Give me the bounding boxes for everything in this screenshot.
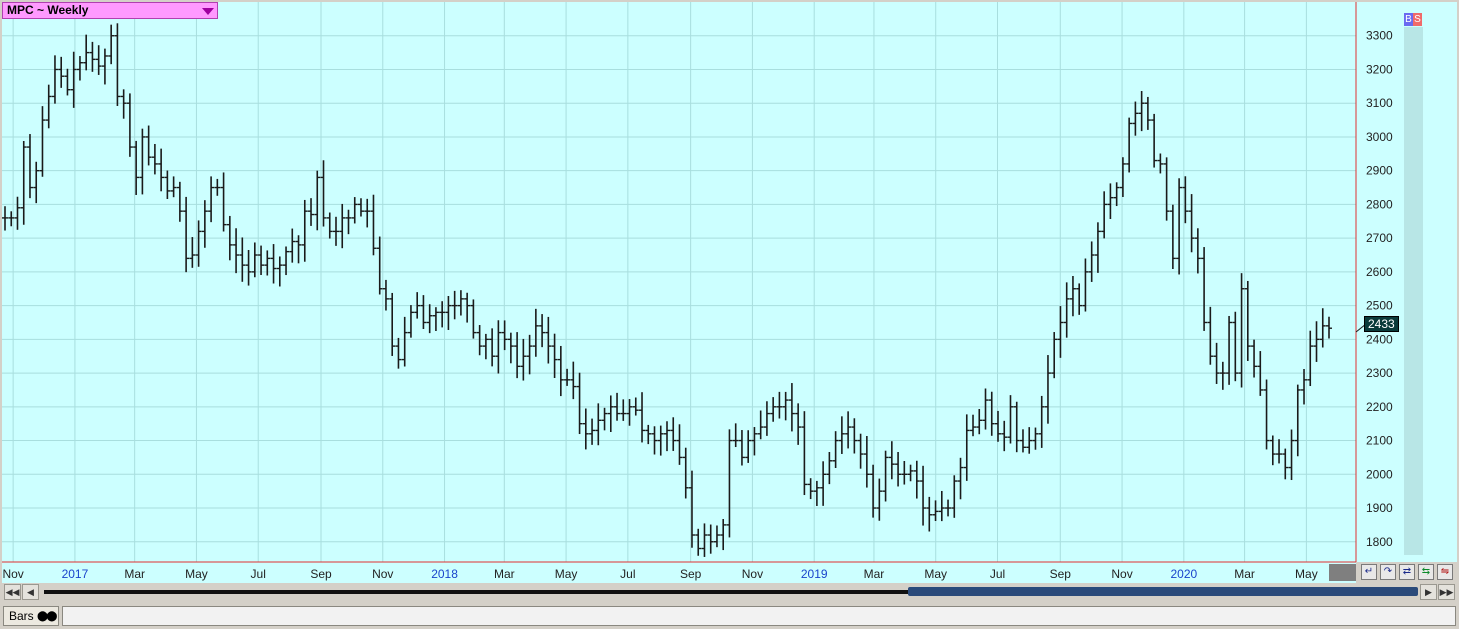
chart-type-tab[interactable]: Bars ⬤⬤ [3, 606, 59, 626]
zoom-in-icon[interactable]: ⇄ [1399, 564, 1415, 580]
y-tick-label: 2300 [1366, 366, 1393, 380]
last-price-tag: 2433 [1364, 316, 1399, 332]
x-tick-label: Nov [742, 567, 763, 581]
x-tick-label: 2020 [1170, 567, 1197, 581]
y-tick-label: 2000 [1366, 467, 1393, 481]
binoculars-icon: ⬤⬤ [37, 611, 57, 622]
last-price-marker: 2433 [1364, 316, 1424, 332]
x-tick-label: 2018 [431, 567, 458, 581]
x-tick-label: May [185, 567, 208, 581]
status-bar: Bars ⬤⬤ [0, 604, 1459, 629]
x-tick-label: Nov [372, 567, 393, 581]
y-tick-label: 1800 [1366, 535, 1393, 549]
x-tick-label: May [924, 567, 947, 581]
scroll-forward-icon[interactable]: ↷ [1380, 564, 1396, 580]
x-tick-label: 2019 [801, 567, 828, 581]
scroll-right-icon[interactable]: ▶ [1420, 584, 1437, 600]
x-tick-label: May [1295, 567, 1318, 581]
x-tick-label: Mar [124, 567, 145, 581]
x-tick-label: Mar [1234, 567, 1255, 581]
buy-badge[interactable]: B [1404, 13, 1413, 26]
status-field [62, 606, 1456, 626]
scroll-end-icon[interactable]: ▶▶ [1438, 584, 1455, 600]
scroll-left-icon[interactable]: ◀ [22, 584, 39, 600]
x-tick-label: 2017 [62, 567, 89, 581]
scroll-thumb[interactable] [908, 587, 1418, 596]
plot-area[interactable] [2, 2, 1356, 562]
x-tick-label: May [555, 567, 578, 581]
y-tick-label: 3000 [1366, 130, 1393, 144]
y-tick-label: 2200 [1366, 400, 1393, 414]
y-tick-label: 2700 [1366, 231, 1393, 245]
x-tick-label: Nov [2, 567, 23, 581]
y-tick-label: 2800 [1366, 197, 1393, 211]
symbol-selector[interactable]: MPC ~ Weekly [2, 2, 218, 19]
y-tick-label: 2600 [1366, 265, 1393, 279]
x-tick-label: Sep [1050, 567, 1072, 581]
scroll-start-icon[interactable]: ◀◀ [4, 584, 21, 600]
x-tick-label: Nov [1111, 567, 1132, 581]
collapse-icon[interactable]: ⇋ [1437, 564, 1453, 580]
x-tick-label: Jul [990, 567, 1005, 581]
x-tick-label: Jul [620, 567, 635, 581]
x-tick-label: Mar [494, 567, 515, 581]
chart-type-label: Bars [9, 609, 34, 623]
time-cursor-block [1329, 564, 1356, 581]
y-tick-label: 3100 [1366, 96, 1393, 110]
y-tick-label: 2400 [1366, 332, 1393, 346]
scroll-back-icon[interactable]: ↵ [1361, 564, 1377, 580]
x-tick-label: Sep [310, 567, 332, 581]
y-tick-label: 3300 [1366, 29, 1393, 43]
y-tick-label: 1900 [1366, 501, 1393, 515]
chevron-down-icon[interactable] [202, 8, 214, 15]
price-chart: 1800 1900 2000 2100 2200 2300 2400 2500 2600 2700… [0, 0, 1459, 583]
x-tick-label: Sep [680, 567, 702, 581]
x-tick-label: Mar [864, 567, 885, 581]
symbol-label: MPC ~ Weekly [7, 3, 89, 17]
scrollbar-row: ◀◀ ◀ ▶ ▶▶ [0, 583, 1459, 601]
zoom-out-icon[interactable]: ⇆ [1418, 564, 1434, 580]
sell-badge[interactable]: S [1413, 13, 1422, 26]
y-tick-label: 2900 [1366, 164, 1393, 178]
y-tick-label: 2500 [1366, 299, 1393, 313]
x-tick-label: Jul [251, 567, 266, 581]
side-scale-strip [1404, 27, 1423, 555]
y-tick-label: 2100 [1366, 434, 1393, 448]
y-tick-label: 3200 [1366, 62, 1393, 76]
